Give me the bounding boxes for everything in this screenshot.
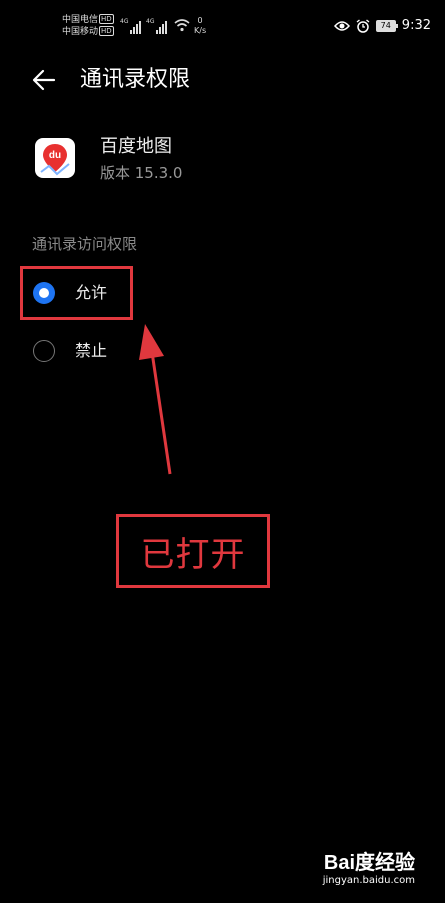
battery-icon: 74: [375, 19, 399, 32]
carrier-info: 中国电信 HD 中国移动 HD: [62, 14, 114, 38]
highlight-box: [20, 266, 133, 320]
carrier-2: 中国移动: [62, 27, 99, 37]
watermark-logo: Bai度经验: [323, 852, 415, 874]
eye-icon: [333, 20, 350, 31]
app-icon-text: du: [49, 150, 61, 161]
arrow-annotation-icon: [139, 324, 172, 475]
hd-badge: HD: [99, 26, 114, 36]
hd-badge: HD: [99, 14, 114, 24]
signal-icon: 4G: [120, 18, 142, 34]
signal-icon: 4G: [146, 18, 168, 34]
status-right: 74 9:32: [333, 18, 431, 33]
watermark-url: jingyan.baidu.com: [322, 875, 415, 886]
page-title: 通讯录权限: [80, 67, 191, 92]
wifi-icon: [174, 19, 190, 32]
clock: 9:32: [401, 18, 431, 33]
carrier-1: 中国电信: [62, 15, 99, 25]
alarm-icon: [356, 18, 370, 33]
radio-unselected-icon[interactable]: [33, 340, 55, 362]
section-label: 通讯录访问权限: [32, 235, 138, 253]
watermark: Bai度经验 jingyan.baidu.com: [323, 852, 415, 888]
back-arrow-icon[interactable]: [30, 66, 58, 94]
app-version: 版本 15.3.0: [100, 164, 183, 182]
status-bar: 中国电信 HD 中国移动 HD 4G 4G 0 K/s 74 9:32: [0, 0, 445, 50]
net-speed: 0 K/s: [194, 16, 207, 35]
app-name: 百度地图: [100, 136, 172, 157]
callout-text: 已打开: [140, 534, 246, 575]
baidu-map-app-icon: du: [35, 138, 75, 178]
option-deny-label: 禁止: [75, 341, 108, 360]
callout-box: 已打开: [116, 514, 270, 588]
